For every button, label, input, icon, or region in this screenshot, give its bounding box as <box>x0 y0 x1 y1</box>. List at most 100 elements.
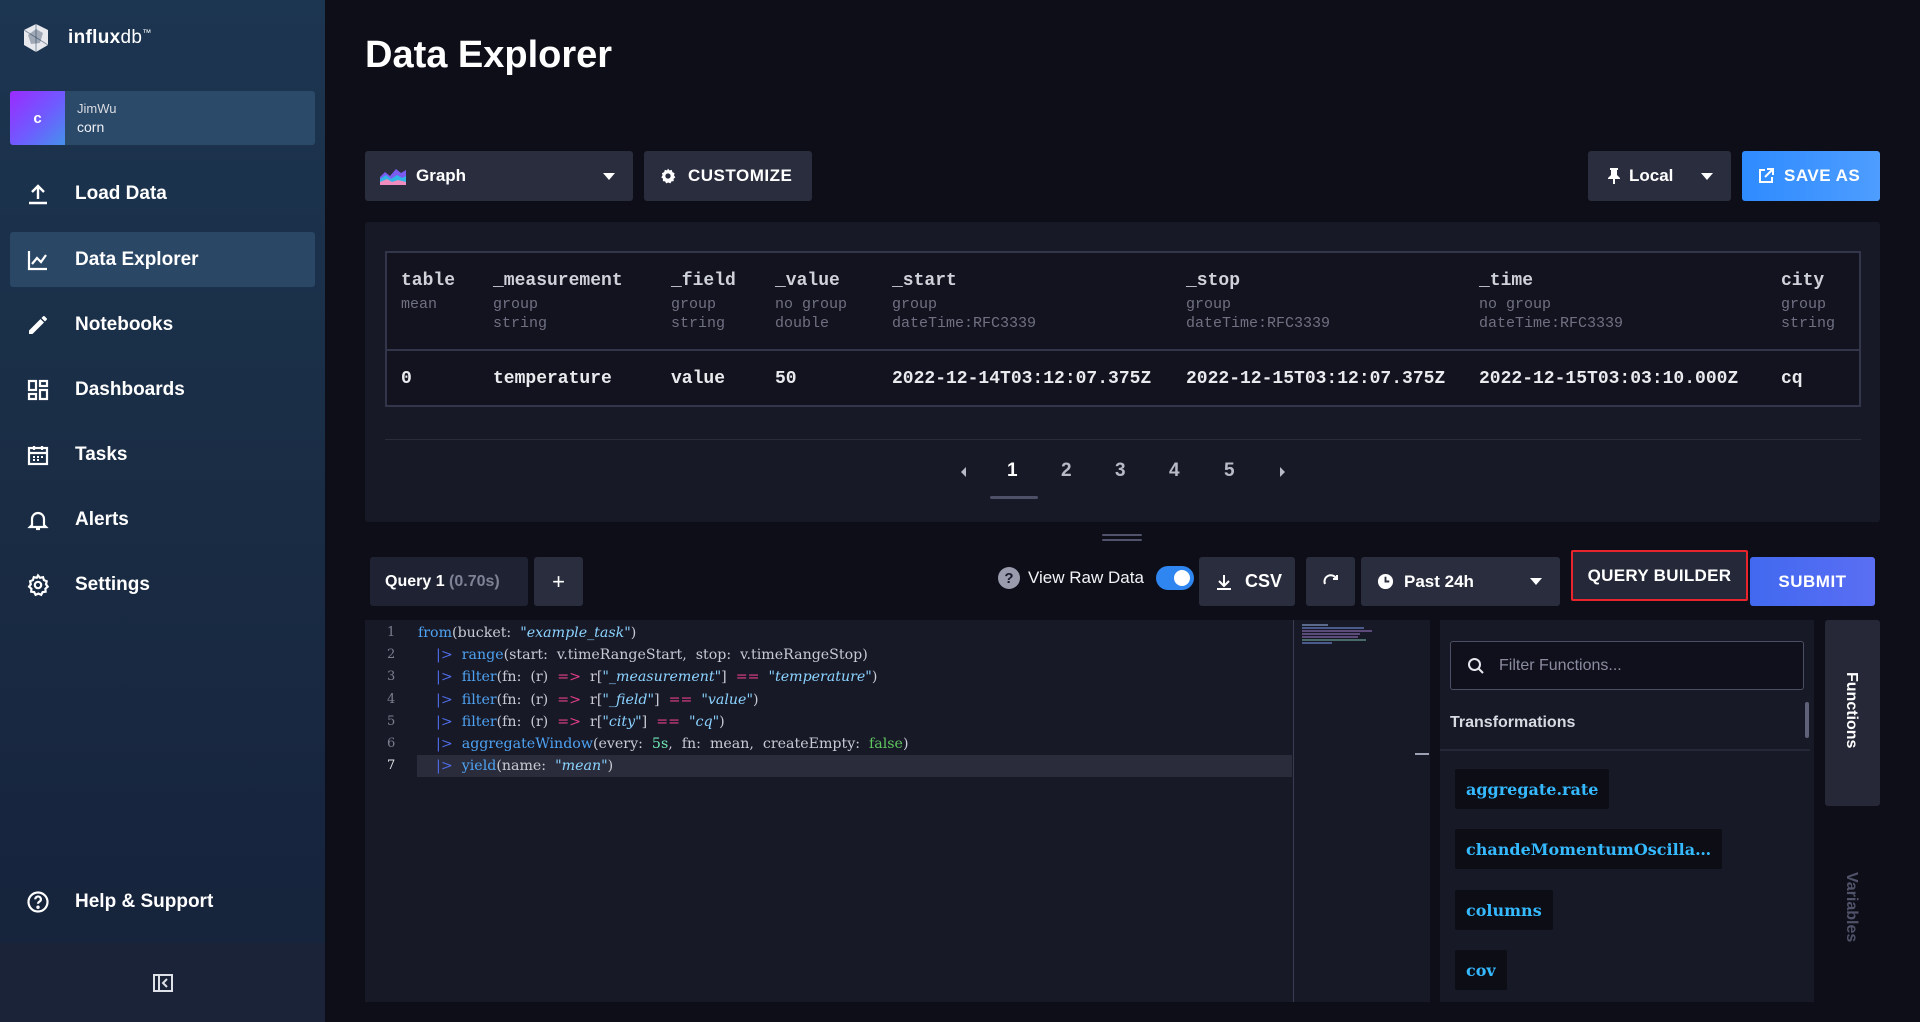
column-type: dateTime:RFC3339 <box>892 315 1037 332</box>
code-line[interactable]: from(bucket: "example_task") <box>418 622 636 644</box>
code-token: ) <box>719 714 725 730</box>
time-range-label: Past 24h <box>1404 571 1474 591</box>
filter-functions-input[interactable]: Filter Functions... <box>1450 641 1804 690</box>
timezone-dropdown[interactable]: Local <box>1588 151 1731 201</box>
function-item[interactable]: columns <box>1455 890 1553 930</box>
column-type: dateTime:RFC3339 <box>1479 315 1624 332</box>
page-button[interactable]: 4 <box>1169 460 1180 482</box>
panel-resize-handle[interactable] <box>1102 534 1142 541</box>
nav-label: Load Data <box>75 182 167 204</box>
code-token: == <box>668 692 693 708</box>
code-line[interactable]: |> yield(name: "mean") <box>418 755 613 777</box>
query-tab[interactable]: Query 1 (0.70s) <box>370 557 528 606</box>
code-token: ] <box>641 714 657 730</box>
nav-item-data-explorer[interactable]: Data Explorer <box>10 232 315 287</box>
line-number: 7 <box>387 758 396 773</box>
next-page-icon[interactable] <box>1276 462 1288 482</box>
influxdb-logo[interactable]: influxdb™ <box>22 22 152 54</box>
prev-page-icon[interactable] <box>958 462 970 482</box>
nav-item-tasks[interactable]: Tasks <box>10 427 315 482</box>
raw-data-switch[interactable] <box>1155 566 1194 590</box>
line-number: 5 <box>387 714 396 729</box>
column-group: no group <box>1479 296 1552 313</box>
code-token: (every: <box>592 736 652 752</box>
nav-label: Settings <box>75 573 150 595</box>
column-header: _measurement <box>493 271 623 291</box>
nav-item-load-data[interactable]: Load Data <box>10 166 315 221</box>
chevron-down-icon <box>1530 578 1542 585</box>
column-header: _field <box>671 271 736 291</box>
page-title: Data Explorer <box>365 34 613 76</box>
add-query-button[interactable]: + <box>534 557 583 606</box>
code-token: |> <box>436 758 453 774</box>
view-raw-data-label: View Raw Data <box>1028 568 1144 587</box>
function-item[interactable]: chandeMomentumOscilla… <box>1455 829 1723 869</box>
nav-label: Dashboards <box>75 378 185 400</box>
nav-item-dashboards[interactable]: Dashboards <box>10 362 315 417</box>
view-raw-data-toggle[interactable]: ? View Raw Data <box>998 566 1194 590</box>
help-icon[interactable]: ? <box>998 567 1020 589</box>
nav-item-alerts[interactable]: Alerts <box>10 492 315 547</box>
page-button[interactable]: 1 <box>1007 460 1018 482</box>
nav-item-notebooks[interactable]: Notebooks <box>10 297 315 352</box>
tab-functions-label: Functions <box>1843 672 1860 749</box>
code-token: "example_task" <box>520 625 631 641</box>
functions-scrollbar[interactable] <box>1805 702 1809 1002</box>
dashboard-icon <box>24 376 52 404</box>
csv-download-button[interactable]: CSV <box>1199 557 1295 606</box>
code-token: (fn: (r) <box>496 692 558 708</box>
page-button[interactable]: 3 <box>1115 460 1126 482</box>
refresh-button[interactable] <box>1306 557 1355 606</box>
customize-button[interactable]: CUSTOMIZE <box>644 151 812 201</box>
code-token: filter <box>461 714 497 730</box>
code-line[interactable]: |> filter(fn: (r) => r["_field"] == "val… <box>418 689 759 711</box>
submit-button[interactable]: SUBMIT <box>1750 557 1875 606</box>
code-token: "cq" <box>689 714 720 730</box>
code-token: "_field" <box>602 692 654 708</box>
query-tab-time: (0.70s) <box>449 572 500 590</box>
gear-icon <box>661 168 676 184</box>
editor-minimap[interactable] <box>1302 624 1402 645</box>
functions-group-divider <box>1440 749 1810 751</box>
tab-variables[interactable]: Variables <box>1842 872 1860 942</box>
header-divider <box>387 349 1859 351</box>
query-builder-button[interactable]: QUERY BUILDER <box>1571 550 1748 601</box>
page-button[interactable]: 2 <box>1061 460 1072 482</box>
code-token: == <box>735 669 760 685</box>
code-line[interactable]: |> filter(fn: (r) => r["city"] == "cq") <box>418 711 725 733</box>
function-item[interactable]: aggregate.rate <box>1455 769 1610 809</box>
graph-icon <box>24 246 52 274</box>
functions-scroll-thumb[interactable] <box>1805 702 1809 738</box>
code-token: ) <box>871 669 878 685</box>
tab-functions[interactable]: Functions <box>1825 620 1880 806</box>
code-line[interactable]: |> aggregateWindow(every: 5s, fn: mean, … <box>418 733 908 755</box>
column-group: no group <box>775 296 848 313</box>
collapse-sidebar-button[interactable] <box>0 943 325 1022</box>
column-header: city <box>1781 271 1825 291</box>
code-line[interactable]: |> range(start: v.timeRangeStart, stop: … <box>418 644 868 666</box>
nav-label: Help & Support <box>75 890 214 912</box>
page-button[interactable]: 5 <box>1224 460 1235 482</box>
vis-type-dropdown[interactable]: Graph <box>365 151 633 201</box>
search-icon <box>1468 657 1484 674</box>
pin-icon <box>1608 168 1620 184</box>
code-token: => <box>557 669 582 685</box>
nav-item-help[interactable]: Help & Support <box>10 874 315 929</box>
column-header: _stop <box>1186 271 1241 291</box>
function-item[interactable]: cov <box>1455 950 1507 990</box>
nav-item-settings[interactable]: Settings <box>10 557 315 612</box>
code-token: ) <box>752 692 759 708</box>
time-range-dropdown[interactable]: Past 24h <box>1361 557 1560 606</box>
code-token: r[ <box>581 692 603 708</box>
save-as-button[interactable]: SAVE AS <box>1742 151 1880 201</box>
code-token: (fn: (r) <box>496 714 558 730</box>
code-line[interactable]: |> filter(fn: (r) => r["_measurement"] =… <box>418 666 877 688</box>
org-switcher[interactable]: c JimWu corn <box>10 91 315 145</box>
line-number: 3 <box>387 669 396 684</box>
line-number: 2 <box>387 647 396 662</box>
flux-script-editor[interactable]: 1 from(bucket: "example_task") 2 |> range(… <box>365 620 1430 1002</box>
line-number: 6 <box>387 736 396 751</box>
code-token: filter <box>461 669 497 685</box>
